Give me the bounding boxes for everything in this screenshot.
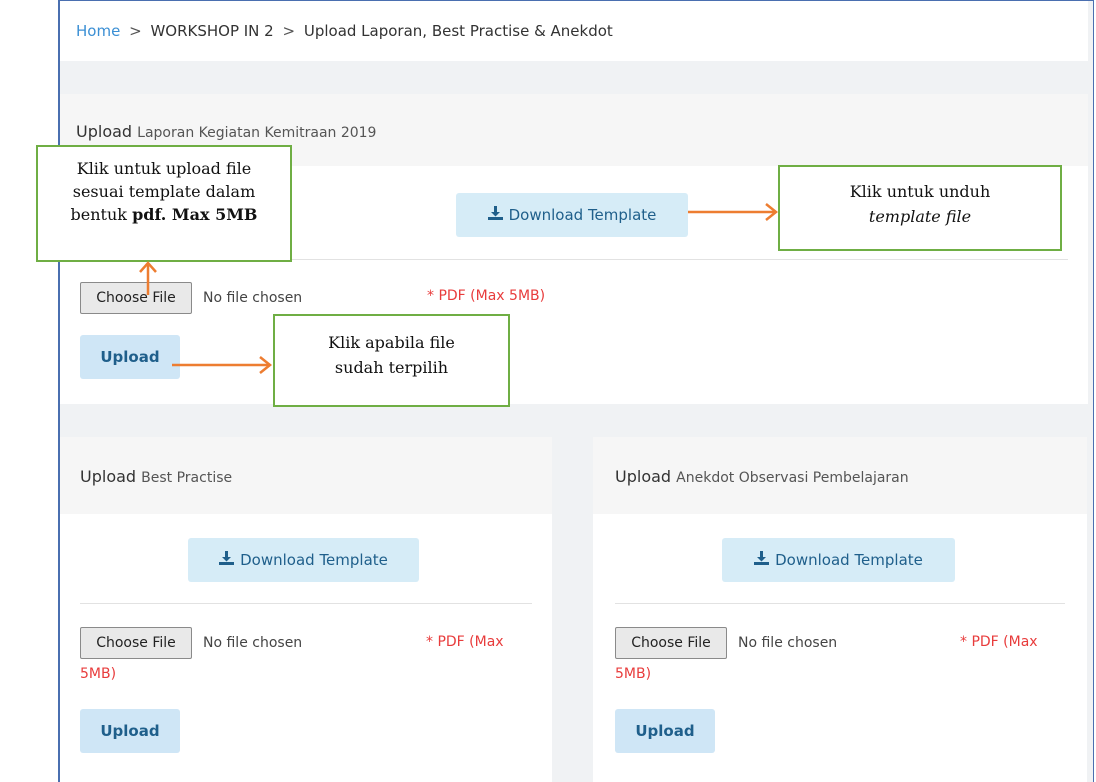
breadcrumb-current: Upload Laporan, Best Practise & Anekdot <box>303 22 613 40</box>
breadcrumb-separator: > <box>129 22 142 40</box>
card-title: Upload Laporan Kegiatan Kemitraan 2019 <box>76 122 377 141</box>
download-icon <box>754 538 770 582</box>
no-file-chosen: No file chosen <box>738 635 838 651</box>
callout-upload-file: Klik untuk upload file sesuai template d… <box>36 145 292 262</box>
card-title: Upload Anekdot Observasi Pembelajaran <box>615 467 909 486</box>
file-requirement-wrap: 5MB) <box>80 666 117 682</box>
file-requirement: * PDF (Max <box>426 634 504 650</box>
download-template-button[interactable]: Download Template <box>722 538 955 582</box>
breadcrumb: Home > WORKSHOP IN 2 > Upload Laporan, B… <box>60 1 1088 61</box>
no-file-chosen: No file chosen <box>203 290 303 306</box>
choose-file-button[interactable]: Choose File <box>80 627 192 659</box>
breadcrumb-home-link[interactable]: Home <box>76 22 120 40</box>
download-template-button[interactable]: Download Template <box>456 193 688 237</box>
card-header: Upload Anekdot Observasi Pembelajaran <box>593 437 1087 514</box>
download-template-button[interactable]: Download Template <box>188 538 419 582</box>
card-header: Upload Best Practise <box>60 437 552 514</box>
best-practise-upload-card: Upload Best Practise Download Template C… <box>60 437 552 782</box>
card-title: Upload Best Practise <box>80 467 233 486</box>
breadcrumb-workshop[interactable]: WORKSHOP IN 2 <box>150 22 273 40</box>
choose-file-button[interactable]: Choose File <box>615 627 727 659</box>
upload-button[interactable]: Upload <box>615 709 715 753</box>
upload-button[interactable]: Upload <box>80 709 180 753</box>
arrow-icon <box>139 261 157 295</box>
no-file-chosen: No file chosen <box>203 635 303 651</box>
file-requirement-wrap: 5MB) <box>615 666 652 682</box>
download-icon <box>219 538 235 582</box>
arrow-icon <box>172 356 273 374</box>
file-requirement: * PDF (Max <box>960 634 1038 650</box>
callout-download: Klik untuk unduh template file <box>778 165 1062 251</box>
callout-upload-button: Klik apabila file sudah terpilih <box>273 314 510 407</box>
breadcrumb-separator: > <box>282 22 296 40</box>
arrow-icon <box>688 203 779 221</box>
file-requirement: * PDF (Max 5MB) <box>427 288 546 304</box>
anekdot-upload-card: Upload Anekdot Observasi Pembelajaran Do… <box>593 437 1087 782</box>
download-icon <box>487 193 503 237</box>
divider <box>80 603 532 604</box>
divider <box>615 603 1065 604</box>
upload-button[interactable]: Upload <box>80 335 180 379</box>
